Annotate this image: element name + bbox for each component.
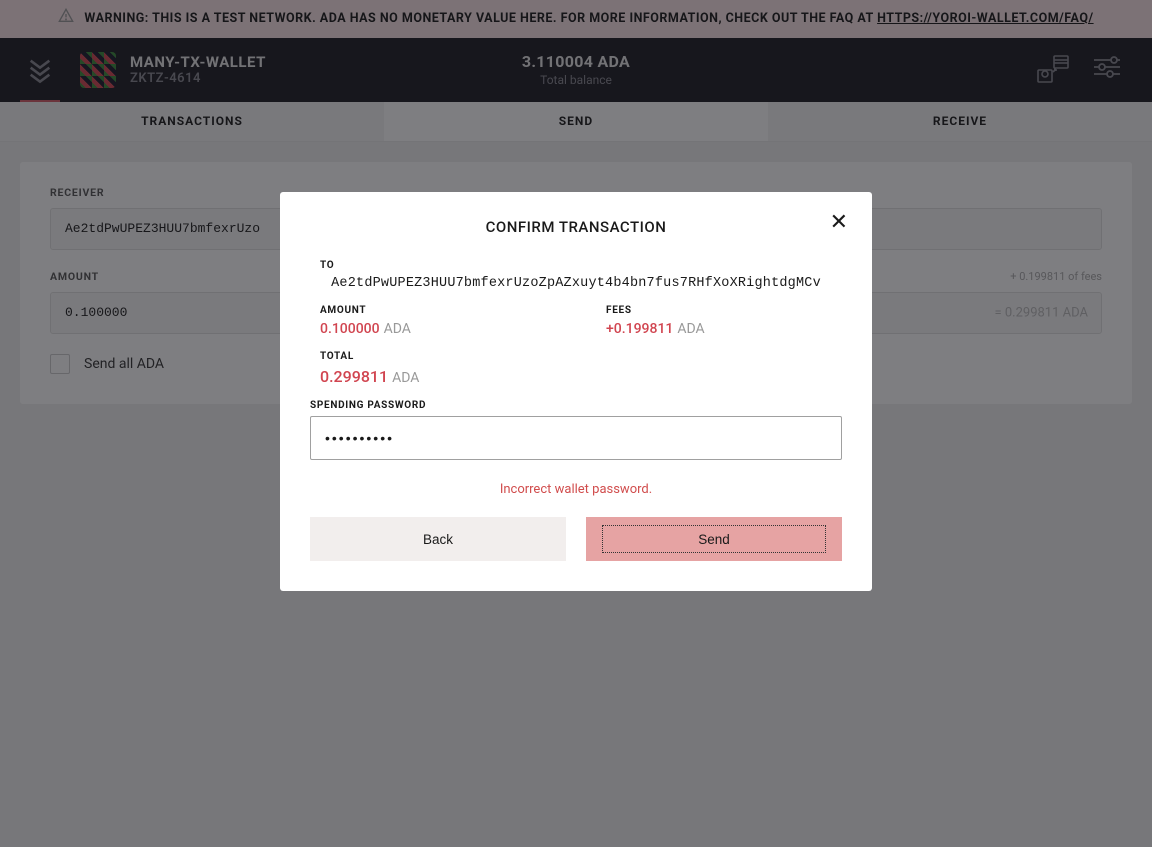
modal-overlay: CONFIRM TRANSACTION ✕ TO Ae2tdPwUPEZ3HUU…: [0, 0, 1152, 847]
modal-total-label: TOTAL: [310, 351, 842, 362]
modal-title: CONFIRM TRANSACTION: [310, 218, 842, 236]
error-message: Incorrect wallet password.: [310, 482, 842, 497]
modal-amount-value: 0.100000ADA: [310, 321, 556, 337]
password-label: SPENDING PASSWORD: [310, 400, 842, 411]
spending-password-input[interactable]: [310, 416, 842, 460]
modal-fees-label: FEES: [596, 305, 842, 316]
back-button[interactable]: Back: [310, 517, 566, 561]
modal-total-value: 0.299811ADA: [310, 367, 842, 386]
close-icon[interactable]: ✕: [830, 212, 848, 234]
send-button[interactable]: Send: [586, 517, 842, 561]
confirm-transaction-modal: CONFIRM TRANSACTION ✕ TO Ae2tdPwUPEZ3HUU…: [280, 192, 872, 591]
to-label: TO: [310, 260, 842, 271]
modal-fees-value: +0.199811ADA: [596, 321, 842, 337]
modal-amount-label: AMOUNT: [310, 305, 556, 316]
to-address: Ae2tdPwUPEZ3HUU7bmfexrUzoZpAZxuyt4b4bn7f…: [310, 276, 842, 291]
